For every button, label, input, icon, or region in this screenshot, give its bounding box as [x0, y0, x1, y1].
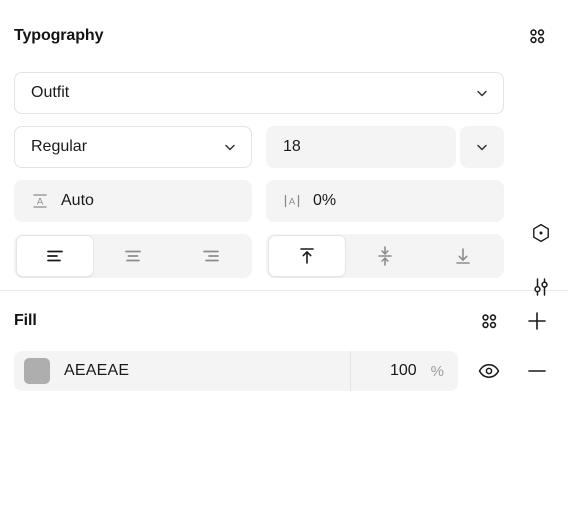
font-family-select[interactable]: Outfit	[14, 72, 504, 114]
eye-icon[interactable]	[476, 358, 502, 384]
font-weight-value: Regular	[31, 138, 88, 155]
align-center-button[interactable]	[94, 235, 172, 277]
grid-dots-icon[interactable]	[476, 308, 502, 334]
chevron-down-icon[interactable]	[475, 86, 503, 100]
align-left-button[interactable]	[16, 235, 94, 277]
fill-color-field[interactable]: AEAEAE 100 %	[14, 351, 458, 391]
font-size-input[interactable]: 18	[266, 126, 456, 168]
fill-header-actions	[476, 308, 550, 334]
line-height-input[interactable]: A Auto	[14, 180, 252, 222]
font-size-group: 18	[266, 126, 504, 168]
text-align-group	[14, 234, 252, 278]
line-height-icon: A	[27, 192, 53, 210]
font-weight-size-row: Regular 18	[0, 126, 568, 168]
minus-icon[interactable]	[524, 358, 550, 384]
align-middle-button[interactable]	[346, 235, 424, 277]
line-height-letter-spacing-row: A Auto A 0%	[0, 180, 568, 222]
fill-opacity-unit: %	[430, 362, 444, 380]
align-top-button[interactable]	[268, 235, 346, 277]
fill-layer-actions	[476, 358, 554, 384]
svg-text:A: A	[289, 197, 296, 208]
font-size-value: 18	[283, 138, 301, 155]
chevron-down-icon[interactable]	[475, 140, 489, 154]
fill-hex-value: AEAEAE	[64, 362, 130, 379]
fill-opacity-value: 100	[389, 362, 417, 379]
align-bottom-button[interactable]	[424, 235, 502, 277]
typography-right-icons	[528, 220, 554, 300]
fill-layer-row: AEAEAE 100 %	[0, 351, 568, 391]
letter-spacing-value: 0%	[313, 192, 337, 209]
grid-dots-icon[interactable]	[524, 23, 550, 49]
line-height-value: Auto	[61, 192, 94, 209]
sliders-icon[interactable]	[528, 274, 554, 300]
letter-spacing-input[interactable]: A 0%	[266, 180, 504, 222]
typography-header-actions	[524, 23, 550, 49]
plus-icon[interactable]	[524, 308, 550, 334]
align-right-button[interactable]	[172, 235, 250, 277]
fill-title: Fill	[14, 312, 37, 329]
hexagon-dot-icon[interactable]	[528, 220, 554, 246]
chevron-down-icon[interactable]	[223, 140, 251, 154]
color-swatch[interactable]	[24, 358, 50, 384]
alignment-row	[0, 234, 568, 278]
fill-section-header: Fill	[0, 291, 568, 351]
font-family-value: Outfit	[31, 84, 70, 101]
font-size-stepper[interactable]	[460, 126, 504, 168]
svg-text:A: A	[37, 196, 44, 207]
letter-spacing-icon: A	[279, 192, 305, 210]
fill-opacity-input[interactable]: 100 %	[351, 362, 458, 380]
typography-section-header: Typography	[0, 0, 568, 72]
properties-panel: Typography Outfit Regular 18 A Auto A 0%…	[0, 0, 568, 391]
vertical-align-group	[266, 234, 504, 278]
font-weight-select[interactable]: Regular	[14, 126, 252, 168]
typography-title: Typography	[14, 27, 104, 44]
font-family-row: Outfit	[0, 72, 568, 114]
